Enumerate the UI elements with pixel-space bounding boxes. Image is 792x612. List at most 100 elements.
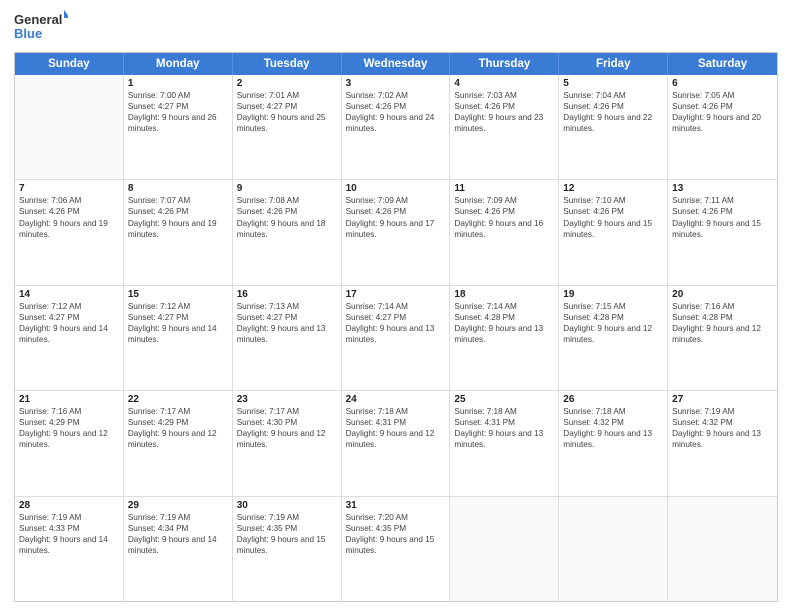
calendar-cell: 3 Sunrise: 7:02 AMSunset: 4:26 PMDayligh…: [342, 75, 451, 179]
header: General Blue: [14, 10, 778, 46]
cell-info: Sunrise: 7:08 AMSunset: 4:26 PMDaylight:…: [237, 196, 326, 238]
calendar-row-0: 1 Sunrise: 7:00 AMSunset: 4:27 PMDayligh…: [15, 75, 777, 180]
cell-info: Sunrise: 7:18 AMSunset: 4:31 PMDaylight:…: [346, 407, 435, 449]
day-number: 25: [454, 394, 554, 405]
calendar-cell: [668, 497, 777, 601]
day-number: 29: [128, 500, 228, 511]
cell-info: Sunrise: 7:02 AMSunset: 4:26 PMDaylight:…: [346, 91, 435, 133]
calendar-cell: 31 Sunrise: 7:20 AMSunset: 4:35 PMDaylig…: [342, 497, 451, 601]
calendar-cell: 17 Sunrise: 7:14 AMSunset: 4:27 PMDaylig…: [342, 286, 451, 390]
calendar-cell: 7 Sunrise: 7:06 AMSunset: 4:26 PMDayligh…: [15, 180, 124, 284]
day-number: 2: [237, 78, 337, 89]
day-number: 3: [346, 78, 446, 89]
day-number: 20: [672, 289, 773, 300]
day-number: 5: [563, 78, 663, 89]
calendar: SundayMondayTuesdayWednesdayThursdayFrid…: [14, 52, 778, 602]
day-number: 4: [454, 78, 554, 89]
cell-info: Sunrise: 7:13 AMSunset: 4:27 PMDaylight:…: [237, 302, 326, 344]
calendar-cell: 14 Sunrise: 7:12 AMSunset: 4:27 PMDaylig…: [15, 286, 124, 390]
calendar-cell: 20 Sunrise: 7:16 AMSunset: 4:28 PMDaylig…: [668, 286, 777, 390]
day-number: 12: [563, 183, 663, 194]
day-number: 19: [563, 289, 663, 300]
cell-info: Sunrise: 7:06 AMSunset: 4:26 PMDaylight:…: [19, 196, 108, 238]
calendar-cell: 30 Sunrise: 7:19 AMSunset: 4:35 PMDaylig…: [233, 497, 342, 601]
cell-info: Sunrise: 7:12 AMSunset: 4:27 PMDaylight:…: [128, 302, 217, 344]
calendar-cell: 25 Sunrise: 7:18 AMSunset: 4:31 PMDaylig…: [450, 391, 559, 495]
calendar-cell: 5 Sunrise: 7:04 AMSunset: 4:26 PMDayligh…: [559, 75, 668, 179]
calendar-cell: 2 Sunrise: 7:01 AMSunset: 4:27 PMDayligh…: [233, 75, 342, 179]
cell-info: Sunrise: 7:14 AMSunset: 4:28 PMDaylight:…: [454, 302, 543, 344]
logo: General Blue: [14, 10, 68, 46]
svg-text:General: General: [14, 12, 62, 27]
day-number: 14: [19, 289, 119, 300]
cell-info: Sunrise: 7:19 AMSunset: 4:33 PMDaylight:…: [19, 513, 108, 555]
cell-info: Sunrise: 7:15 AMSunset: 4:28 PMDaylight:…: [563, 302, 652, 344]
calendar-cell: [15, 75, 124, 179]
calendar-cell: 15 Sunrise: 7:12 AMSunset: 4:27 PMDaylig…: [124, 286, 233, 390]
calendar-cell: 16 Sunrise: 7:13 AMSunset: 4:27 PMDaylig…: [233, 286, 342, 390]
calendar-cell: 29 Sunrise: 7:19 AMSunset: 4:34 PMDaylig…: [124, 497, 233, 601]
day-number: 26: [563, 394, 663, 405]
calendar-body: 1 Sunrise: 7:00 AMSunset: 4:27 PMDayligh…: [15, 75, 777, 601]
day-number: 21: [19, 394, 119, 405]
day-number: 17: [346, 289, 446, 300]
day-number: 24: [346, 394, 446, 405]
header-day-thursday: Thursday: [450, 53, 559, 75]
header-day-wednesday: Wednesday: [342, 53, 451, 75]
day-number: 15: [128, 289, 228, 300]
day-number: 16: [237, 289, 337, 300]
cell-info: Sunrise: 7:17 AMSunset: 4:29 PMDaylight:…: [128, 407, 217, 449]
calendar-cell: 24 Sunrise: 7:18 AMSunset: 4:31 PMDaylig…: [342, 391, 451, 495]
calendar-row-1: 7 Sunrise: 7:06 AMSunset: 4:26 PMDayligh…: [15, 180, 777, 285]
calendar-cell: 28 Sunrise: 7:19 AMSunset: 4:33 PMDaylig…: [15, 497, 124, 601]
calendar-cell: 9 Sunrise: 7:08 AMSunset: 4:26 PMDayligh…: [233, 180, 342, 284]
calendar-cell: 18 Sunrise: 7:14 AMSunset: 4:28 PMDaylig…: [450, 286, 559, 390]
day-number: 13: [672, 183, 773, 194]
calendar-cell: [559, 497, 668, 601]
cell-info: Sunrise: 7:10 AMSunset: 4:26 PMDaylight:…: [563, 196, 652, 238]
calendar-cell: 11 Sunrise: 7:09 AMSunset: 4:26 PMDaylig…: [450, 180, 559, 284]
calendar-cell: 27 Sunrise: 7:19 AMSunset: 4:32 PMDaylig…: [668, 391, 777, 495]
calendar-cell: 19 Sunrise: 7:15 AMSunset: 4:28 PMDaylig…: [559, 286, 668, 390]
cell-info: Sunrise: 7:09 AMSunset: 4:26 PMDaylight:…: [346, 196, 435, 238]
calendar-cell: [450, 497, 559, 601]
cell-info: Sunrise: 7:17 AMSunset: 4:30 PMDaylight:…: [237, 407, 326, 449]
cell-info: Sunrise: 7:19 AMSunset: 4:35 PMDaylight:…: [237, 513, 326, 555]
cell-info: Sunrise: 7:16 AMSunset: 4:29 PMDaylight:…: [19, 407, 108, 449]
header-day-friday: Friday: [559, 53, 668, 75]
cell-info: Sunrise: 7:18 AMSunset: 4:31 PMDaylight:…: [454, 407, 543, 449]
day-number: 28: [19, 500, 119, 511]
day-number: 11: [454, 183, 554, 194]
day-number: 10: [346, 183, 446, 194]
day-number: 6: [672, 78, 773, 89]
calendar-cell: 8 Sunrise: 7:07 AMSunset: 4:26 PMDayligh…: [124, 180, 233, 284]
cell-info: Sunrise: 7:01 AMSunset: 4:27 PMDaylight:…: [237, 91, 326, 133]
day-number: 18: [454, 289, 554, 300]
cell-info: Sunrise: 7:20 AMSunset: 4:35 PMDaylight:…: [346, 513, 435, 555]
header-day-saturday: Saturday: [668, 53, 777, 75]
day-number: 8: [128, 183, 228, 194]
cell-info: Sunrise: 7:11 AMSunset: 4:26 PMDaylight:…: [672, 196, 761, 238]
cell-info: Sunrise: 7:19 AMSunset: 4:32 PMDaylight:…: [672, 407, 761, 449]
cell-info: Sunrise: 7:19 AMSunset: 4:34 PMDaylight:…: [128, 513, 217, 555]
calendar-row-4: 28 Sunrise: 7:19 AMSunset: 4:33 PMDaylig…: [15, 497, 777, 601]
day-number: 23: [237, 394, 337, 405]
day-number: 31: [346, 500, 446, 511]
calendar-cell: 12 Sunrise: 7:10 AMSunset: 4:26 PMDaylig…: [559, 180, 668, 284]
calendar-row-3: 21 Sunrise: 7:16 AMSunset: 4:29 PMDaylig…: [15, 391, 777, 496]
calendar-cell: 10 Sunrise: 7:09 AMSunset: 4:26 PMDaylig…: [342, 180, 451, 284]
cell-info: Sunrise: 7:04 AMSunset: 4:26 PMDaylight:…: [563, 91, 652, 133]
day-number: 30: [237, 500, 337, 511]
cell-info: Sunrise: 7:16 AMSunset: 4:28 PMDaylight:…: [672, 302, 761, 344]
svg-text:Blue: Blue: [14, 26, 42, 41]
cell-info: Sunrise: 7:03 AMSunset: 4:26 PMDaylight:…: [454, 91, 543, 133]
calendar-header: SundayMondayTuesdayWednesdayThursdayFrid…: [15, 53, 777, 75]
day-number: 9: [237, 183, 337, 194]
cell-info: Sunrise: 7:12 AMSunset: 4:27 PMDaylight:…: [19, 302, 108, 344]
cell-info: Sunrise: 7:14 AMSunset: 4:27 PMDaylight:…: [346, 302, 435, 344]
calendar-row-2: 14 Sunrise: 7:12 AMSunset: 4:27 PMDaylig…: [15, 286, 777, 391]
calendar-cell: 1 Sunrise: 7:00 AMSunset: 4:27 PMDayligh…: [124, 75, 233, 179]
day-number: 27: [672, 394, 773, 405]
day-number: 7: [19, 183, 119, 194]
day-number: 1: [128, 78, 228, 89]
